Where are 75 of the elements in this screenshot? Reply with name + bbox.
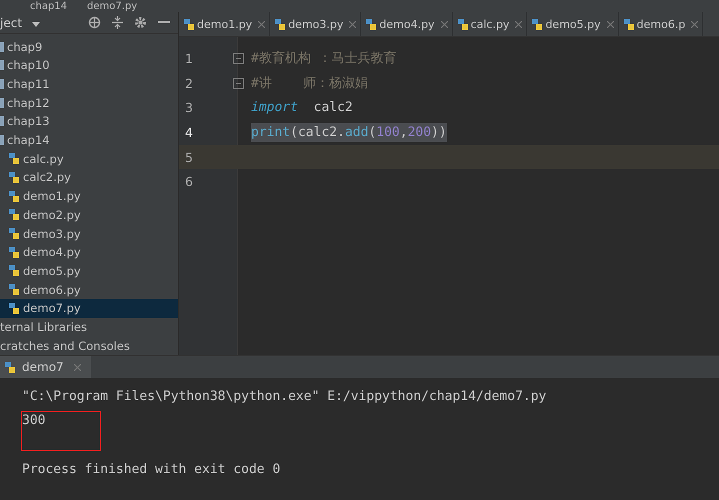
python-file-icon (8, 246, 20, 259)
folder-icon (0, 116, 4, 126)
run-tab[interactable]: demo7 (0, 356, 91, 378)
python-file-icon (8, 190, 20, 203)
tree-item[interactable]: chap12 (0, 93, 178, 112)
tree-item[interactable]: demo6.py (0, 280, 178, 299)
python-file-icon (274, 18, 286, 30)
tree-item[interactable]: demo1.py (0, 186, 178, 206)
tree-item[interactable]: chap9 (0, 37, 178, 56)
console-output: Process finished with exit code 0 (22, 462, 280, 478)
close-icon[interactable] (349, 20, 356, 28)
python-file-icon (8, 170, 20, 184)
folder-icon (0, 135, 4, 146)
close-icon[interactable] (258, 20, 266, 28)
locate-icon[interactable] (88, 16, 101, 30)
python-icon (4, 360, 16, 374)
line-number: 4 (184, 124, 194, 140)
project-dropdown[interactable]: ject (0, 16, 40, 30)
close-icon[interactable] (74, 364, 81, 370)
editor-tab[interactable]: demo4.py (361, 12, 453, 36)
tree-item[interactable]: chap14 (0, 130, 178, 150)
line-number: 3 (184, 100, 194, 116)
editor-tab[interactable]: demo6.p (618, 12, 704, 36)
editor-tab[interactable]: calc.py (452, 12, 528, 36)
python-file-icon (622, 18, 635, 30)
close-icon[interactable] (606, 20, 614, 28)
code-line: #教育机构 ：马士兵教育 (251, 50, 397, 68)
folder-icon (0, 98, 4, 108)
fold-icon[interactable] (232, 52, 244, 64)
collapse-icon[interactable] (112, 16, 123, 30)
python-file-icon (183, 18, 195, 30)
python-file-icon (456, 18, 469, 30)
dropdown-caret-icon (32, 22, 40, 27)
tree-item[interactable]: calc2.py (0, 168, 178, 187)
python-file-icon (531, 18, 544, 30)
console-output: "C:\Program Files\Python38\python.exe" E:/vippython/chap14/demo7.py (22, 388, 546, 404)
close-icon[interactable] (691, 20, 698, 28)
folder-icon (0, 42, 4, 52)
editor-tab[interactable]: demo1.py (179, 12, 270, 36)
console-output: 300 (22, 412, 46, 428)
python-file-icon (8, 208, 20, 222)
python-file-icon (8, 264, 20, 278)
tree-item[interactable]: chap10 (0, 56, 178, 75)
code-line: #讲 师：杨淑娟 (251, 75, 368, 94)
tree-item[interactable]: cratches and Consoles (0, 336, 178, 355)
tree-item[interactable]: demo2.py (0, 206, 178, 224)
editor-tab[interactable]: demo3.py (270, 12, 362, 36)
close-icon[interactable] (440, 20, 448, 28)
python-file-icon (8, 302, 20, 315)
editor-tab[interactable]: demo5.py (527, 12, 619, 36)
tree-item[interactable]: demo4.py (0, 242, 178, 262)
python-file-icon (8, 227, 20, 240)
line-number: 5 (184, 150, 194, 165)
tree-item[interactable]: demo5.py (0, 262, 178, 280)
close-icon[interactable] (515, 20, 522, 28)
breadcrumb-item[interactable]: chap14 (30, 0, 68, 12)
code-line: import calc2 (251, 99, 353, 118)
fold-icon[interactable] (232, 78, 244, 89)
tree-item[interactable]: demo7.py (0, 298, 178, 318)
minimize-icon[interactable] (158, 21, 170, 24)
settings-icon[interactable] (134, 16, 147, 30)
tree-item[interactable]: ternal Libraries (0, 318, 178, 336)
tree-item[interactable]: chap11 (0, 74, 178, 94)
tree-item[interactable]: calc.py (0, 149, 178, 168)
folder-icon (0, 79, 4, 90)
tree-item[interactable]: demo3.py (0, 224, 178, 243)
breadcrumb-item[interactable]: demo7.py (87, 0, 138, 12)
folder-icon (0, 60, 4, 70)
line-number: 2 (184, 76, 194, 91)
python-file-icon (8, 152, 20, 166)
line-number: 6 (184, 174, 194, 190)
python-file-icon (365, 18, 378, 30)
line-number: 1 (184, 50, 194, 66)
tree-item[interactable]: chap13 (0, 112, 178, 131)
python-file-icon (8, 283, 20, 296)
